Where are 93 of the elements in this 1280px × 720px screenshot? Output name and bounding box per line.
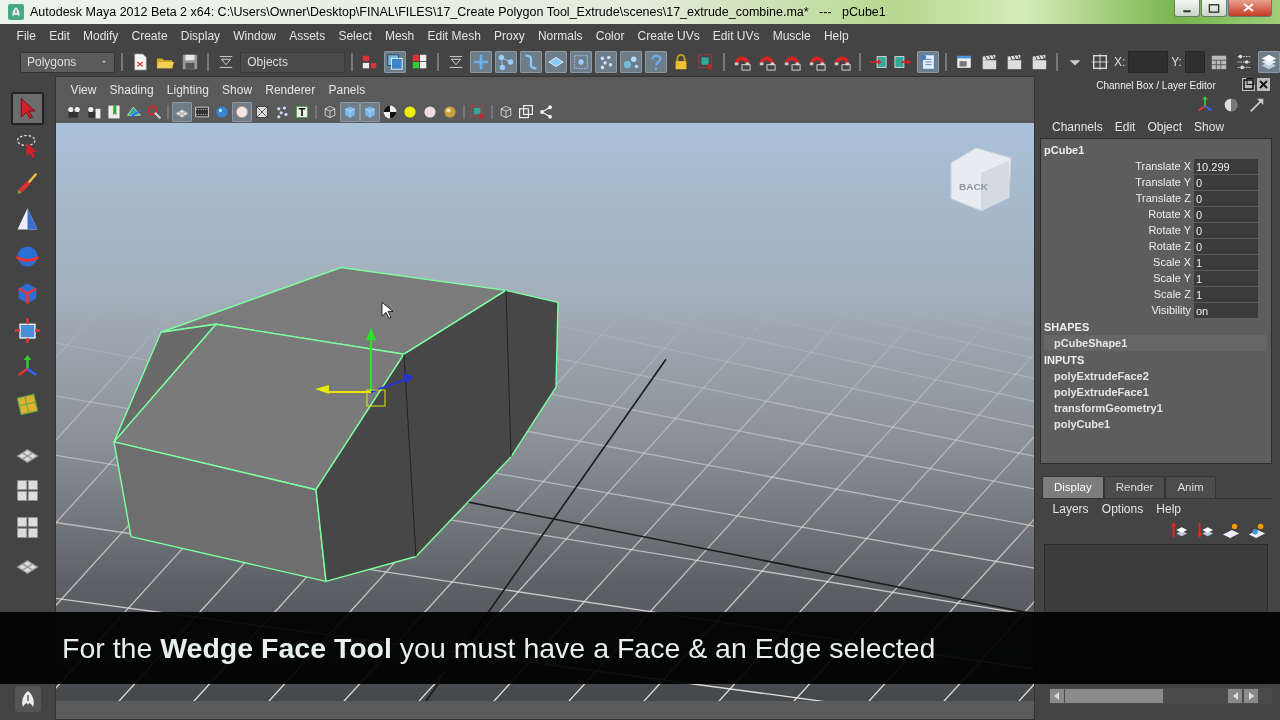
menu-item[interactable]: Edit UVs xyxy=(706,27,767,45)
channel-label: Translate Z xyxy=(1134,190,1192,206)
menu-item[interactable]: Show xyxy=(215,81,259,99)
object-name: pCube1 xyxy=(1044,143,1086,158)
channel-label: Scale X xyxy=(1152,254,1192,270)
input-node[interactable]: polyExtrudeFace2 xyxy=(1044,368,1267,384)
menu-item[interactable]: Channels xyxy=(1046,118,1109,136)
menu-item[interactable]: Create xyxy=(124,27,175,45)
object-select-icon[interactable] xyxy=(384,51,407,73)
menu-item[interactable]: Display xyxy=(174,27,227,45)
menu-item[interactable]: Color xyxy=(589,27,631,45)
channel-label: Rotate Z xyxy=(1147,238,1192,254)
channel-label: Translate Y xyxy=(1134,174,1192,190)
menu-item[interactable]: Edit xyxy=(1108,118,1142,136)
float-button[interactable] xyxy=(1242,78,1255,91)
help-icon[interactable] xyxy=(645,51,668,73)
shape-node[interactable]: pCubeShape1 xyxy=(1044,335,1267,351)
channel-value[interactable]: 0 xyxy=(1194,238,1258,254)
channel-value[interactable]: 1 xyxy=(1194,286,1258,302)
close-icon[interactable] xyxy=(1257,78,1270,91)
menu-item[interactable]: Panels xyxy=(321,81,372,99)
menu-item[interactable]: Edit Mesh xyxy=(420,27,488,45)
input-node[interactable]: polyExtrudeFace1 xyxy=(1044,384,1267,400)
menu-item[interactable]: Proxy xyxy=(487,27,532,45)
menu-item[interactable]: Window xyxy=(226,27,283,45)
input-node[interactable]: polyCube1 xyxy=(1044,416,1267,432)
spheres-icon[interactable] xyxy=(620,51,643,73)
menu-item[interactable]: Options xyxy=(1095,499,1150,518)
menu-item[interactable]: Edit xyxy=(42,27,77,45)
channel-value[interactable]: 0 xyxy=(1194,174,1258,190)
channel-label: Visibility xyxy=(1150,302,1192,318)
caption-text: For the Wedge Face Tool you must have a Face & an Edge selected xyxy=(62,630,936,666)
channel-value[interactable]: 0 xyxy=(1194,206,1258,222)
horizontal-scrollbar[interactable] xyxy=(1050,688,1272,704)
layers-icon[interactable] xyxy=(1257,51,1280,73)
input-node[interactable]: transformGeometry1 xyxy=(1044,400,1267,416)
move-manipulator-drawing[interactable] xyxy=(315,327,413,407)
tab[interactable]: Anim xyxy=(1165,475,1216,498)
plus-icon[interactable] xyxy=(470,51,493,73)
tab[interactable]: Display xyxy=(1042,475,1104,498)
channel-value[interactable]: 1 xyxy=(1194,254,1258,270)
channel-value[interactable]: 1 xyxy=(1194,270,1258,286)
x-label: X: xyxy=(1113,54,1126,71)
document-icon[interactable] xyxy=(917,51,940,73)
menu-item[interactable]: Mesh xyxy=(378,27,421,45)
logo-icon[interactable] xyxy=(14,686,41,712)
menu-item[interactable]: Help xyxy=(817,27,856,45)
menu-item[interactable]: Muscle xyxy=(766,27,818,45)
channel-value[interactable]: 0 xyxy=(1194,222,1258,238)
selection-mode-field[interactable]: Objects xyxy=(240,51,346,73)
menu-item[interactable]: Object xyxy=(1141,118,1189,136)
cursor-icon xyxy=(381,302,394,319)
menu-item[interactable]: Show xyxy=(1188,118,1231,136)
maximize-button[interactable] xyxy=(1201,0,1227,17)
plane-icon[interactable] xyxy=(545,51,568,73)
menu-item[interactable]: Lighting xyxy=(160,81,216,99)
menu-item[interactable]: Create UVs xyxy=(631,27,707,45)
channel-value[interactable]: 0 xyxy=(1194,190,1258,206)
menu-item[interactable]: File xyxy=(10,27,43,45)
dots-icon[interactable] xyxy=(595,51,618,73)
menu-item[interactable]: Select xyxy=(331,27,379,45)
menu-set-dropdown[interactable]: Polygons xyxy=(20,51,116,73)
y-field[interactable] xyxy=(1184,51,1205,73)
channel-label: Rotate X xyxy=(1147,206,1192,222)
x-field[interactable] xyxy=(1128,51,1169,73)
section-heading: SHAPES xyxy=(1044,320,1091,335)
nodes-icon[interactable] xyxy=(495,51,518,73)
polygon-mesh-drawing[interactable] xyxy=(113,266,559,583)
logo-icon xyxy=(8,4,24,20)
menu-item[interactable]: Modify xyxy=(76,27,125,45)
channel-label: Scale Y xyxy=(1152,270,1192,286)
section-heading: INPUTS xyxy=(1044,353,1086,368)
panel-title: Channel Box / Layer Editor xyxy=(1096,78,1216,93)
window-title: Autodesk Maya 2012 Beta 2 x64: C:\Users\Owner\Desktop\FINAL\FILES\17_Create Polygon Tool_Extrude\scenes\17_extrude_combine.ma* --- pCube1 xyxy=(30,3,886,21)
grid-plane-icon[interactable] xyxy=(172,102,192,122)
menu-item[interactable]: View xyxy=(64,81,103,99)
menu-item[interactable]: Help xyxy=(1149,499,1188,518)
close-button[interactable] xyxy=(1228,0,1272,17)
curve-icon[interactable] xyxy=(520,51,543,73)
menu-item[interactable]: Layers xyxy=(1046,499,1096,518)
menu-item[interactable]: Renderer xyxy=(258,81,322,99)
menu-item[interactable]: Normals xyxy=(531,27,590,45)
tab[interactable]: Render xyxy=(1103,475,1166,498)
channel-label: Translate X xyxy=(1134,158,1192,174)
y-label: Y: xyxy=(1171,54,1182,71)
menu-item[interactable]: Shading xyxy=(103,81,161,99)
channel-value[interactable]: on xyxy=(1194,302,1258,318)
channel-label: Scale Z xyxy=(1152,286,1192,302)
channel-label: Rotate Y xyxy=(1147,222,1192,238)
menu-item[interactable]: Assets xyxy=(282,27,332,45)
minimize-button[interactable] xyxy=(1174,0,1200,17)
dotted-square-icon[interactable] xyxy=(570,51,593,73)
channel-value[interactable]: 10.299 xyxy=(1194,158,1258,174)
